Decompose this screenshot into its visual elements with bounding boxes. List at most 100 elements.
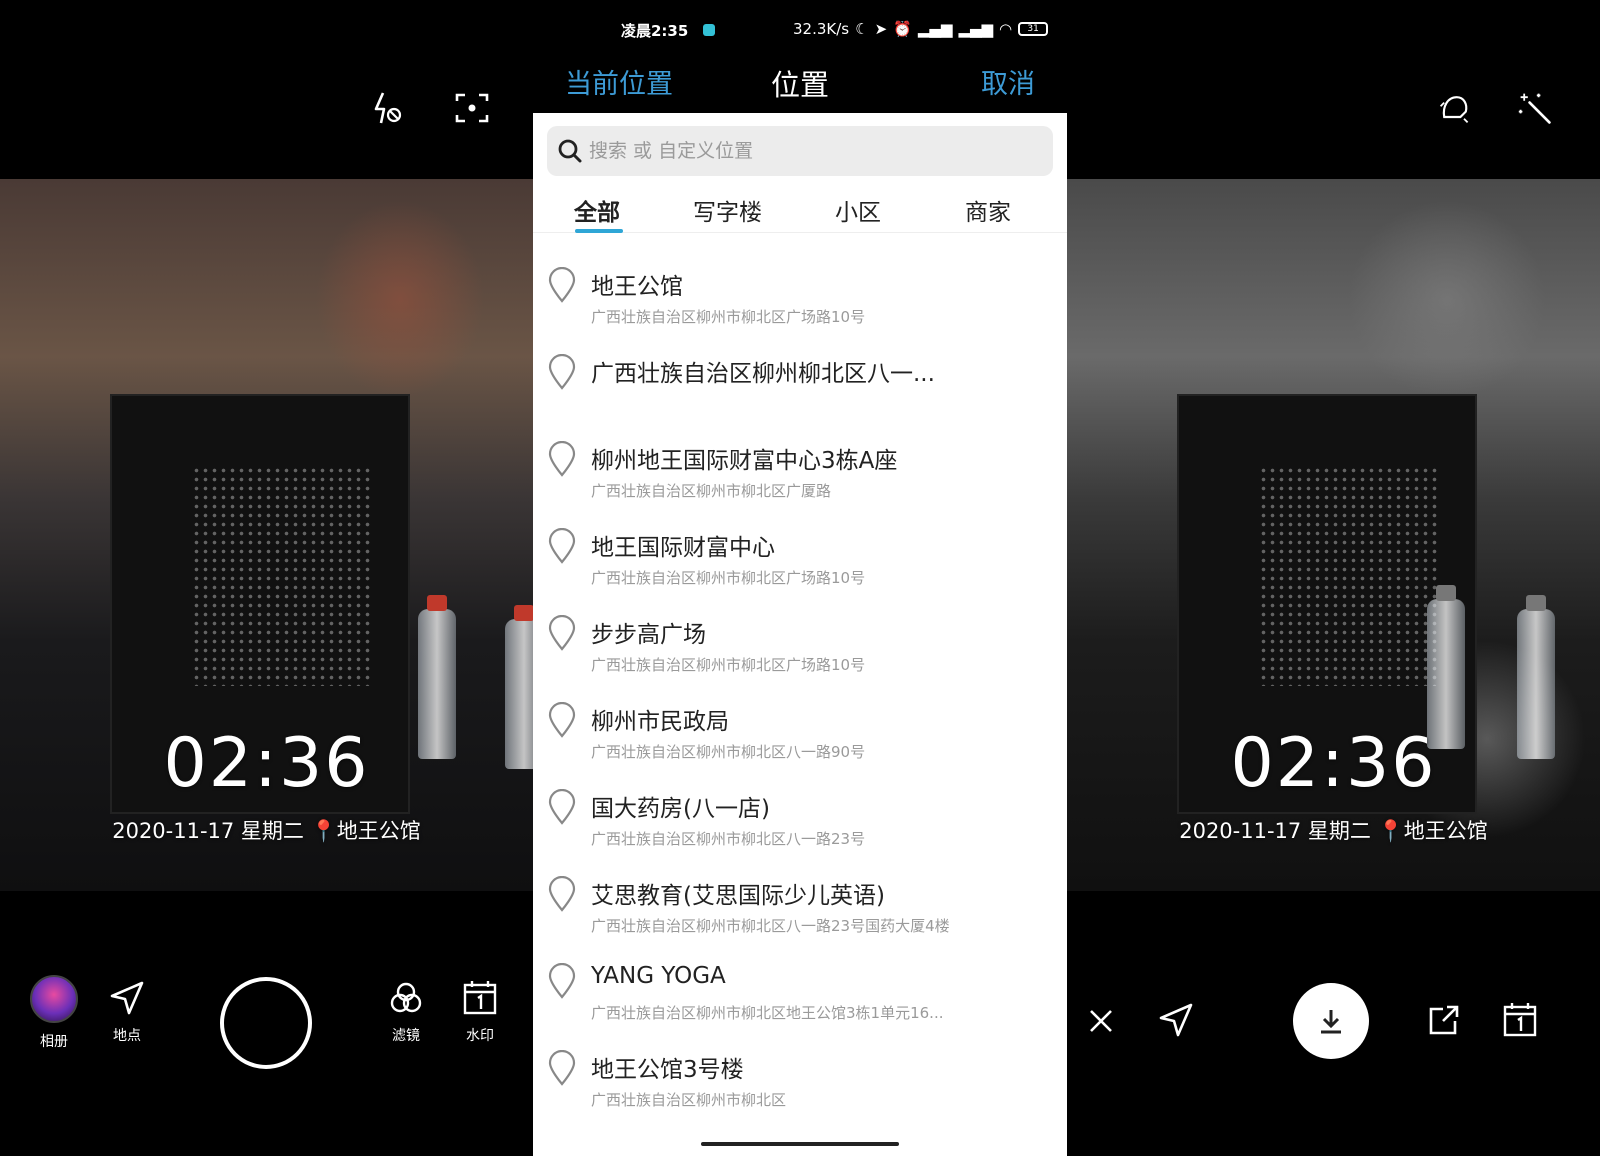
item-address: 广西壮族自治区柳州市柳北区八一路23号国药大厦4楼 (591, 917, 950, 935)
map-pin-icon (548, 876, 576, 912)
item-name: 柳州市民政局 (591, 709, 729, 735)
location-header: 位置 当前位置 取消 (533, 62, 1067, 106)
map-pin-icon (548, 354, 576, 390)
download-icon (1321, 1010, 1341, 1034)
moon-icon: ☾ (855, 20, 869, 38)
map-pin-icon (548, 702, 576, 738)
watermark-time: 02:36 (1230, 724, 1437, 803)
list-item[interactable]: 广西壮族自治区柳州柳北区八一... (533, 326, 1067, 413)
item-name: YANG YOGA (591, 963, 726, 989)
category-tabs: 全部 写字楼 小区 商家 (533, 193, 1067, 233)
item-address: 广西壮族自治区柳州市柳北区 (591, 1091, 787, 1109)
map-pin-icon (548, 267, 576, 303)
map-pin-icon (548, 615, 576, 651)
watermark-time: 02:36 (163, 724, 370, 803)
calendar-icon[interactable] (1499, 999, 1541, 1041)
item-address: 广西壮族自治区柳州市柳北区广厦路 (591, 482, 832, 500)
camera-top-toolbar (370, 90, 490, 126)
preview-top-toolbar (1437, 90, 1553, 126)
item-name: 艾思教育(艾思国际少儿英语) (591, 883, 885, 909)
cancel-button[interactable]: 取消 (981, 62, 1035, 101)
location-icon: ➤ (874, 20, 888, 38)
item-address: 广西壮族自治区柳州市柳北区八一路90号 (591, 743, 866, 761)
map-pin-icon (548, 789, 576, 825)
switch-camera-icon[interactable] (454, 90, 490, 126)
tab-residential[interactable]: 小区 (835, 193, 881, 227)
network-speed: 32.3K/s (793, 20, 850, 38)
watermark-date: 2020-11-17 星期二 (112, 819, 304, 843)
list-item[interactable]: 地王国际财富中心 广西壮族自治区柳州市柳北区广场路10号 (533, 500, 1067, 587)
current-location-button[interactable]: 当前位置 (565, 62, 673, 101)
album-thumbnail (30, 975, 78, 1023)
map-pin-icon (548, 441, 576, 477)
search-box (547, 126, 1053, 176)
list-item[interactable]: 地王公馆广西壮族自治区柳州市柳北区广场路10号 (533, 239, 1067, 326)
location-sheet: 全部 写字楼 小区 商家 地王公馆广西壮族自治区柳州市柳北区广场路10号 广西壮… (533, 113, 1067, 1156)
watermark-date-location: 2020-11-17 星期二 📍地王公馆 (1067, 815, 1600, 845)
watermark-place: 地王公馆 (336, 819, 421, 843)
list-item[interactable]: YANG YOGA 广西壮族自治区柳州市柳北区地王公馆3栋1单元16... (533, 935, 1067, 1022)
watermark-date: 2020-11-17 星期二 (1179, 819, 1371, 843)
close-icon[interactable] (1081, 1001, 1121, 1041)
location-label: 地点 (113, 1028, 141, 1044)
map-pin-icon (548, 528, 576, 564)
item-name: 地王公馆 (591, 274, 683, 300)
magic-wand-icon[interactable] (1517, 90, 1553, 126)
search-input[interactable] (589, 135, 1029, 167)
navigation-arrow-icon (110, 981, 144, 1015)
filter-label: 滤镜 (392, 1028, 420, 1044)
item-address: 广西壮族自治区柳州市柳北区地王公馆3栋1单元16... (591, 1004, 944, 1022)
item-name: 步步高广场 (591, 622, 706, 648)
location-arrow-icon[interactable] (1155, 999, 1197, 1041)
shutter-button[interactable] (220, 977, 312, 1069)
list-item[interactable]: 步步高广场广西壮族自治区柳州市柳北区广场路10号 (533, 587, 1067, 674)
location-pin-icon: 📍 (1377, 819, 1404, 843)
list-item[interactable]: 柳州市民政局广西壮族自治区柳州市柳北区八一路90号 (533, 674, 1067, 761)
watermark-date-location: 2020-11-17 星期二 📍地王公馆 (0, 815, 533, 845)
preview-panel: 02:36 2020-11-17 星期二 📍地王公馆 (1067, 0, 1600, 1156)
item-name: 柳州地王国际财富中心3栋A座 (591, 448, 898, 474)
download-button[interactable] (1293, 983, 1369, 1059)
item-address: 广西壮族自治区柳州市柳北区广场路10号 (591, 656, 866, 674)
status-indicators: 32.3K/s ☾ ➤ ⏰ ▂▄▆ ▂▄▆ ◠ 31 (793, 20, 1049, 38)
camera-panel: 02:36 2020-11-17 星期二 📍地王公馆 相册 地点 滤镜 水印 (0, 0, 533, 1156)
preview-bottom-bar (1067, 975, 1600, 1075)
home-indicator (701, 1142, 899, 1146)
battery-icon: 31 (1018, 22, 1049, 36)
tab-merchant[interactable]: 商家 (965, 193, 1011, 227)
tab-all[interactable]: 全部 (574, 193, 620, 227)
location-list: 地王公馆广西壮族自治区柳州市柳北区广场路10号 广西壮族自治区柳州柳北区八一..… (533, 239, 1067, 1109)
search-icon (558, 139, 582, 163)
flash-off-icon[interactable] (370, 90, 406, 126)
item-address: 广西壮族自治区柳州市柳北区八一路23号 (591, 830, 866, 848)
camera-viewfinder: 02:36 2020-11-17 星期二 📍地王公馆 (0, 179, 533, 891)
share-icon[interactable] (1423, 999, 1465, 1041)
calendar-icon (463, 981, 497, 1015)
item-name: 地王公馆3号楼 (591, 1057, 744, 1083)
tab-office[interactable]: 写字楼 (693, 193, 762, 227)
location-pin-icon: 📍 (310, 819, 337, 843)
watermark-button[interactable]: 水印 (462, 979, 498, 1045)
alarm-icon: ⏰ (893, 20, 912, 38)
signal-icon: ▂▄▆ (917, 20, 953, 38)
album-label: 相册 (40, 1034, 68, 1050)
item-address: 广西壮族自治区柳州市柳北区广场路10号 (591, 308, 866, 326)
list-item[interactable]: 柳州地王国际财富中心3栋A座广西壮族自治区柳州市柳北区广厦路 (533, 413, 1067, 500)
watermark-label: 水印 (466, 1028, 494, 1044)
camera-bottom-bar: 相册 地点 滤镜 水印 (0, 975, 533, 1075)
list-item[interactable]: 艾思教育(艾思国际少儿英语) 广西壮族自治区柳州市柳北区八一路23号国药大厦4楼 (533, 848, 1067, 935)
list-item[interactable]: 地王公馆3号楼广西壮族自治区柳州市柳北区 (533, 1022, 1067, 1109)
map-pin-icon (548, 1050, 576, 1086)
filter-button[interactable]: 滤镜 (387, 979, 425, 1045)
status-time: 凌晨2:35 (621, 22, 689, 40)
signal-hd-icon: ▂▄▆ (958, 20, 994, 38)
beauty-icon[interactable] (1437, 90, 1473, 126)
item-name: 地王国际财富中心 (591, 535, 775, 561)
location-button[interactable]: 地点 (108, 979, 146, 1045)
photo-preview: 02:36 2020-11-17 星期二 📍地王公馆 (1067, 179, 1600, 891)
list-item[interactable]: 国大药房(八一店) 广西壮族自治区柳州市柳北区八一路23号 (533, 761, 1067, 848)
active-tab-indicator (575, 229, 623, 233)
location-picker-panel: 凌晨2:35 32.3K/s ☾ ➤ ⏰ ▂▄▆ ▂▄▆ ◠ 31 位置 当前位… (533, 0, 1067, 1156)
filter-icon (390, 982, 422, 1013)
album-button[interactable]: 相册 (30, 975, 78, 1051)
